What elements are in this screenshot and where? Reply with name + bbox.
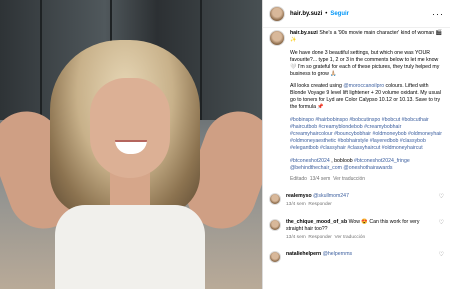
post-photo[interactable] xyxy=(0,0,262,289)
more-options-icon[interactable]: ··· xyxy=(432,9,444,19)
reply-link[interactable]: Responder xyxy=(308,235,331,240)
caption-meta: Editado 13/4 sem Ver traducción xyxy=(290,176,444,183)
mention-link[interactable]: @moroccanoilpro xyxy=(343,83,384,89)
avatar[interactable] xyxy=(269,251,281,264)
follow-button[interactable]: Seguir xyxy=(330,11,349,17)
comment: realemyso @skullmom247 13/4 sem Responde… xyxy=(269,193,444,209)
avatar[interactable] xyxy=(269,218,281,231)
avatar[interactable] xyxy=(269,5,285,22)
avatar[interactable] xyxy=(269,30,285,46)
post-header: hair.by.suzi • Seguir ··· xyxy=(263,0,450,28)
window-frame xyxy=(40,0,42,120)
instagram-post-view: hair.by.suzi • Seguir ··· hair.by.suzi S… xyxy=(0,0,450,289)
heart-icon[interactable]: ♡ xyxy=(439,219,444,241)
comment: the_chique_mood_of_sb Wow 😍 Can this wor… xyxy=(269,218,444,241)
comment-meta: 13/4 sem Responder Ver traducción xyxy=(286,235,435,242)
comment-username[interactable]: nataliehelpern xyxy=(286,251,321,257)
caption-segment: All looks created using xyxy=(290,83,344,90)
edited-label: Editado xyxy=(290,176,307,183)
white-top xyxy=(55,205,205,289)
heart-icon[interactable]: ♡ xyxy=(439,193,444,209)
mention-link[interactable]: @helpernms xyxy=(323,251,353,257)
tags-line: #btconeshot2024 , bobloob #btconeshot202… xyxy=(290,158,444,172)
caption-text: hair.by.suzi She's a '90s movie main cha… xyxy=(290,30,444,183)
caption-paragraph: All looks created using @moroccanoilpro … xyxy=(290,83,444,111)
heart-icon[interactable]: ♡ xyxy=(439,251,444,263)
translate-link[interactable]: Ver traducción xyxy=(335,235,366,240)
comments-scroll-area[interactable]: hair.by.suzi She's a '90s movie main cha… xyxy=(263,28,450,289)
comment-username[interactable]: realemyso xyxy=(286,193,312,199)
caption-paragraph: We have done 3 beautiful settings, but w… xyxy=(290,49,440,77)
face xyxy=(90,78,170,178)
comment-body: nataliehelpern @helpernms xyxy=(286,251,435,263)
mention-link[interactable]: @skullmom247 xyxy=(313,193,349,199)
hashtag-link[interactable]: #btconeshot2024 xyxy=(290,158,330,164)
timestamp: 13/4 sem xyxy=(286,202,306,208)
translate-link[interactable]: Ver traducción xyxy=(333,176,365,182)
comment: nataliehelpern @helpernms ♡ xyxy=(269,251,444,264)
tags-separator: , bobloob xyxy=(329,157,355,164)
avatar[interactable] xyxy=(269,193,281,206)
caption: hair.by.suzi She's a '90s movie main cha… xyxy=(269,28,444,183)
comment-body: realemyso @skullmom247 13/4 sem Responde… xyxy=(286,193,435,209)
window-frame xyxy=(200,0,202,120)
comment-meta: 13/4 sem Responder xyxy=(286,202,435,209)
reply-link[interactable]: Responder xyxy=(308,202,331,207)
caption-username[interactable]: hair.by.suzi xyxy=(290,30,318,36)
comment-username[interactable]: the_chique_mood_of_sb xyxy=(286,219,347,225)
hashtags[interactable]: #bobinspo #hairbobinspo #bobcutinspo #bo… xyxy=(290,117,444,152)
timestamp: 13/4 sem xyxy=(286,234,306,240)
post-side-panel: hair.by.suzi • Seguir ··· hair.by.suzi S… xyxy=(262,0,450,289)
username-link[interactable]: hair.by.suzi xyxy=(290,11,322,17)
timestamp: 13/4 sem xyxy=(309,176,331,183)
comment-body: the_chique_mood_of_sb Wow 😍 Can this wor… xyxy=(286,219,435,241)
separator-dot: • xyxy=(325,10,328,17)
